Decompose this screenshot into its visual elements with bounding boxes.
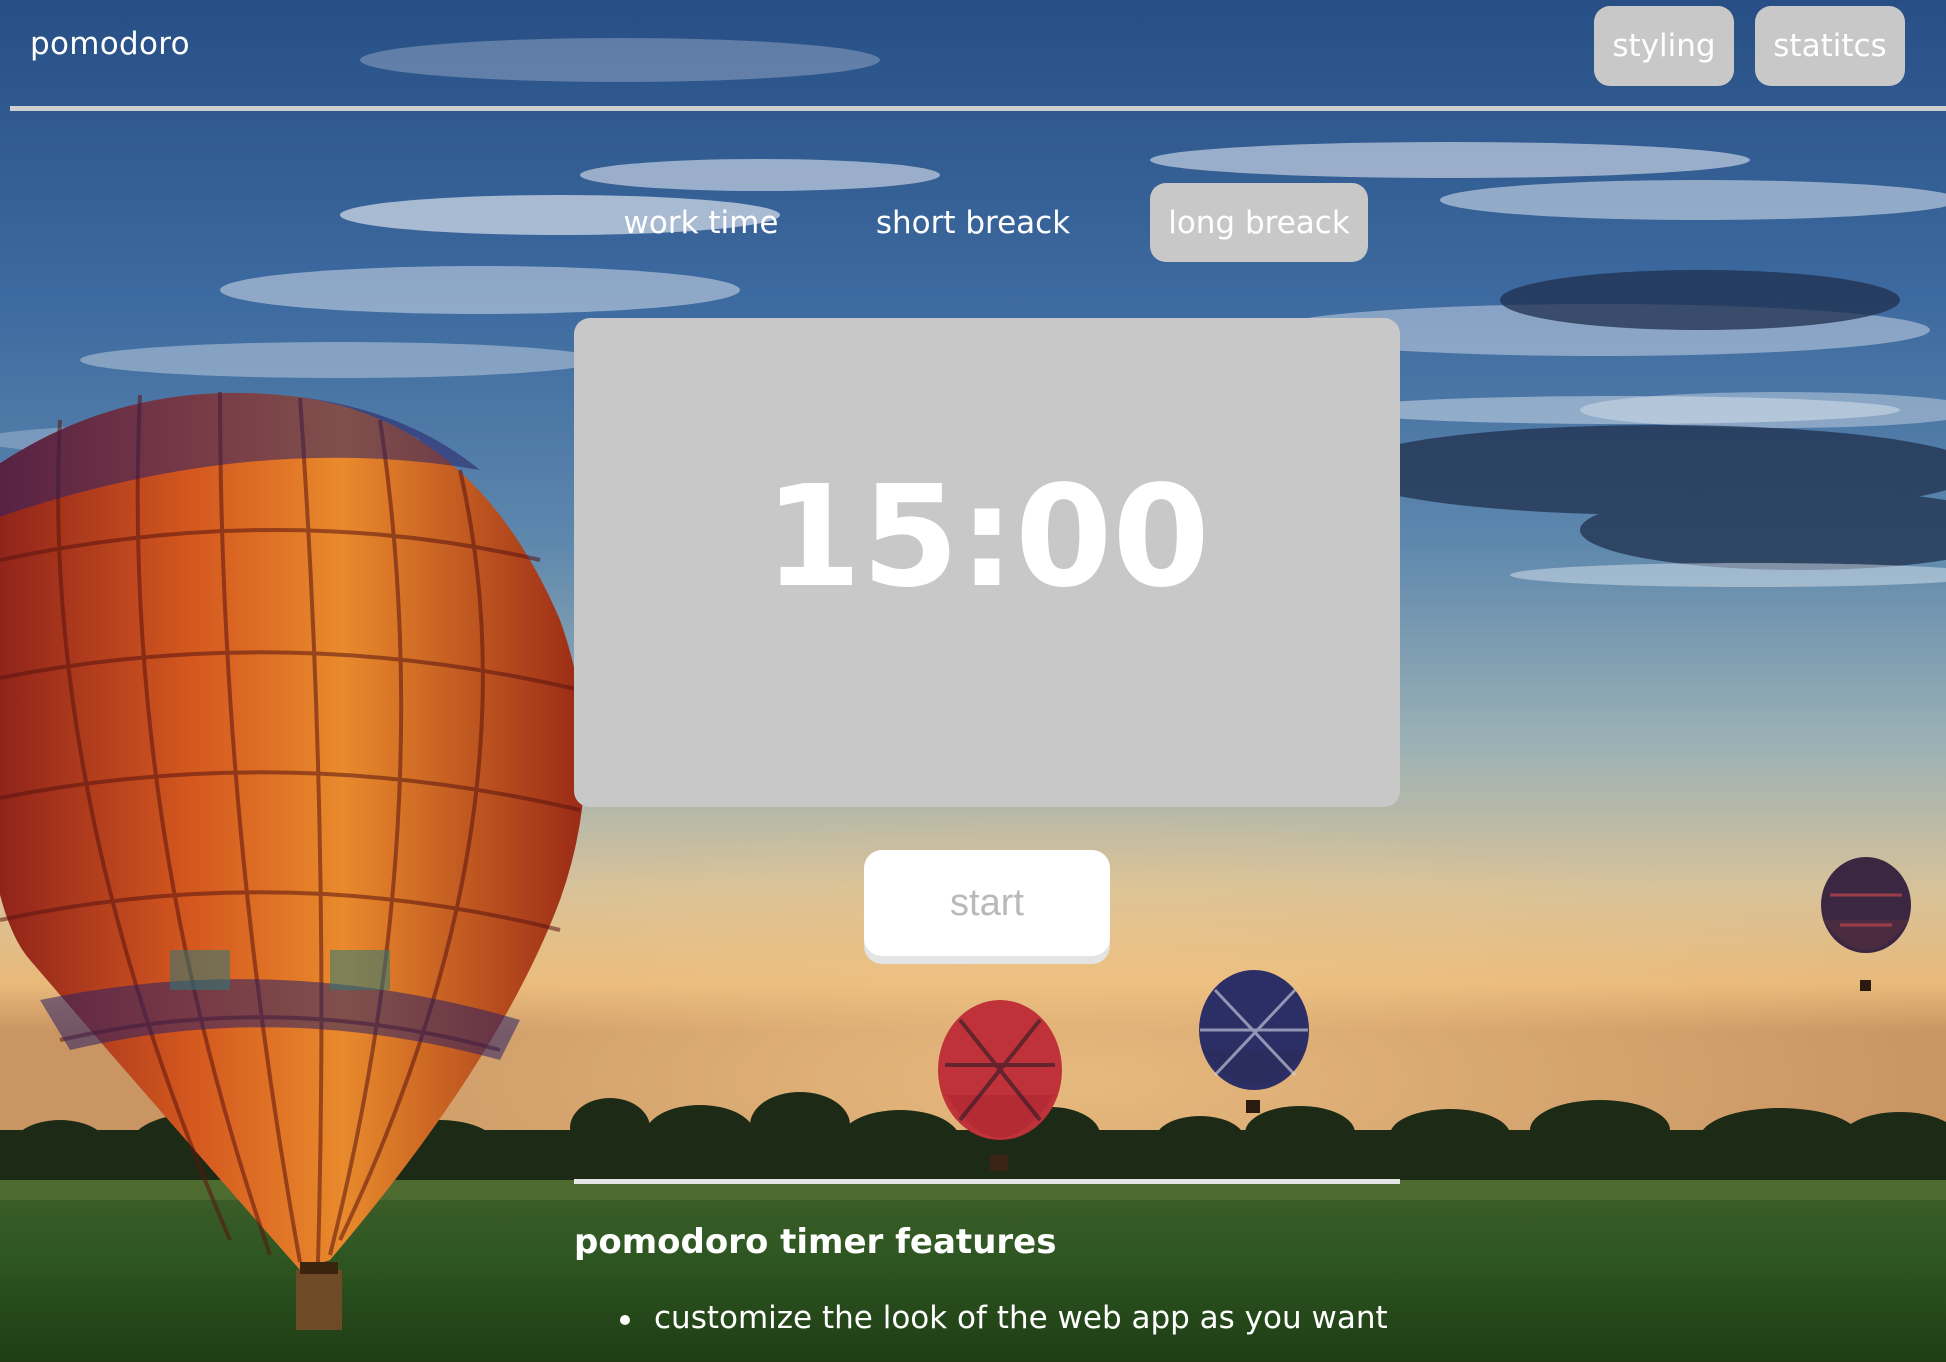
timer-display: 15:00 xyxy=(764,456,1210,619)
styling-button[interactable]: styling xyxy=(1594,6,1734,86)
bullet-icon xyxy=(620,1315,630,1325)
start-button[interactable]: start xyxy=(864,850,1110,956)
tab-work-time[interactable]: work time xyxy=(610,183,792,262)
list-item: customize the look of the web app as you… xyxy=(620,1300,1388,1336)
app-page: pomodoro styling statitcs work time shor… xyxy=(0,0,1946,1362)
features-list: customize the look of the web app as you… xyxy=(620,1300,1388,1336)
header-divider xyxy=(10,106,1946,111)
statistics-button[interactable]: statitcs xyxy=(1755,6,1905,86)
app-logo-text[interactable]: pomodoro xyxy=(30,26,190,62)
tab-long-break[interactable]: long breack xyxy=(1150,183,1368,262)
tab-short-break[interactable]: short breack xyxy=(862,183,1084,262)
timer-card: 15:00 xyxy=(574,318,1400,807)
features-heading: pomodoro timer features xyxy=(574,1222,1057,1262)
feature-text: customize the look of the web app as you… xyxy=(654,1300,1388,1336)
content-divider xyxy=(574,1179,1400,1184)
top-bar: pomodoro styling statitcs xyxy=(0,0,1946,108)
